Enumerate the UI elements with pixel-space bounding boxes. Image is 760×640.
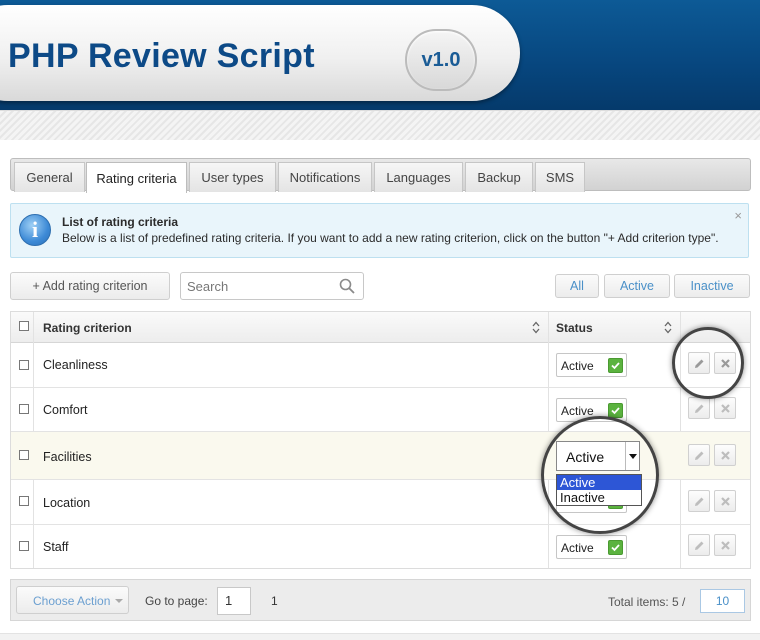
check-icon: [608, 358, 623, 373]
status-value: Active: [561, 404, 594, 418]
header-stripe: [0, 110, 760, 140]
status-value: Active: [561, 359, 594, 373]
search-box: [180, 272, 364, 300]
criterion-name: Staff: [43, 540, 69, 554]
tab-sms[interactable]: SMS: [535, 162, 585, 192]
tab-notifications[interactable]: Notifications: [278, 162, 372, 192]
choose-action-label: Choose Action: [33, 594, 111, 608]
table-row: Comfort Active: [11, 388, 750, 432]
criterion-name: Comfort: [43, 403, 88, 417]
search-icon[interactable]: [339, 278, 355, 294]
column-header-status[interactable]: Status: [556, 321, 593, 335]
column-header-criterion[interactable]: Rating criterion: [43, 321, 132, 335]
delete-icon: [721, 541, 730, 550]
search-input[interactable]: [181, 273, 331, 299]
filter-active-button[interactable]: Active: [604, 274, 670, 298]
info-text: Below is a list of predefined rating cri…: [62, 231, 719, 245]
check-icon: [608, 403, 623, 418]
status-value: Active: [561, 541, 594, 555]
app-header: PHP Review Script v1.0: [0, 0, 760, 110]
tab-rating-criteria[interactable]: Rating criteria: [86, 162, 187, 193]
highlight-circle: [672, 327, 744, 399]
pencil-icon: [695, 404, 704, 413]
pencil-icon: [695, 541, 704, 550]
delete-icon: [721, 497, 730, 506]
sort-icon[interactable]: [664, 321, 672, 334]
info-box: i List of rating criteria Below is a lis…: [10, 203, 749, 258]
tab-user-types[interactable]: User types: [189, 162, 276, 192]
delete-button[interactable]: [714, 444, 736, 466]
table-row: Cleanliness Active: [11, 343, 750, 388]
table-footer: Choose Action Go to page: 1 1 Total item…: [10, 579, 751, 621]
version-badge: v1.0: [405, 29, 477, 91]
select-all-checkbox[interactable]: [19, 321, 29, 331]
go-to-page-label: Go to page:: [145, 594, 208, 608]
sort-icon[interactable]: [532, 321, 540, 334]
tab-bar: General Rating criteria User types Notif…: [10, 158, 751, 193]
delete-icon: [721, 404, 730, 413]
table-row: Staff Active: [11, 525, 750, 569]
row-checkbox[interactable]: [19, 496, 29, 506]
total-items: Total items: 5 /: [608, 595, 686, 609]
status-select[interactable]: Active: [556, 535, 627, 559]
delete-button[interactable]: [714, 534, 736, 556]
total-pages: 1: [271, 594, 278, 608]
edit-button[interactable]: [688, 490, 710, 512]
pencil-icon: [695, 451, 704, 460]
edit-button[interactable]: [688, 534, 710, 556]
per-page-select[interactable]: 10: [700, 589, 745, 613]
filter-all-button[interactable]: All: [555, 274, 599, 298]
filter-inactive-button[interactable]: Inactive: [674, 274, 750, 298]
delete-button[interactable]: [714, 397, 736, 419]
close-icon[interactable]: ×: [734, 208, 742, 223]
bottom-border: [0, 633, 760, 640]
highlight-circle: [541, 416, 659, 534]
row-checkbox[interactable]: [19, 404, 29, 414]
row-checkbox[interactable]: [19, 360, 29, 370]
row-checkbox[interactable]: [19, 541, 29, 551]
row-checkbox[interactable]: [19, 450, 29, 460]
tab-general[interactable]: General: [14, 162, 85, 192]
info-title: List of rating criteria: [62, 215, 179, 229]
criterion-name: Facilities: [43, 450, 92, 464]
logo-banner: PHP Review Script v1.0: [0, 5, 520, 101]
app-title: PHP Review Script: [8, 37, 315, 75]
edit-button[interactable]: [688, 444, 710, 466]
delete-icon: [721, 451, 730, 460]
status-select[interactable]: Active: [556, 353, 627, 377]
criterion-name: Cleanliness: [43, 358, 108, 372]
tab-backup[interactable]: Backup: [465, 162, 533, 192]
add-criterion-button[interactable]: + Add rating criterion: [10, 272, 170, 300]
page-input[interactable]: 1: [217, 587, 251, 615]
delete-button[interactable]: [714, 490, 736, 512]
check-icon: [608, 540, 623, 555]
tab-languages[interactable]: Languages: [374, 162, 463, 192]
info-icon: i: [19, 214, 51, 246]
criterion-name: Location: [43, 496, 91, 510]
edit-button[interactable]: [688, 397, 710, 419]
choose-action-dropdown[interactable]: Choose Action: [16, 586, 129, 614]
table-header: Rating criterion Status: [11, 312, 750, 343]
pencil-icon: [695, 497, 704, 506]
